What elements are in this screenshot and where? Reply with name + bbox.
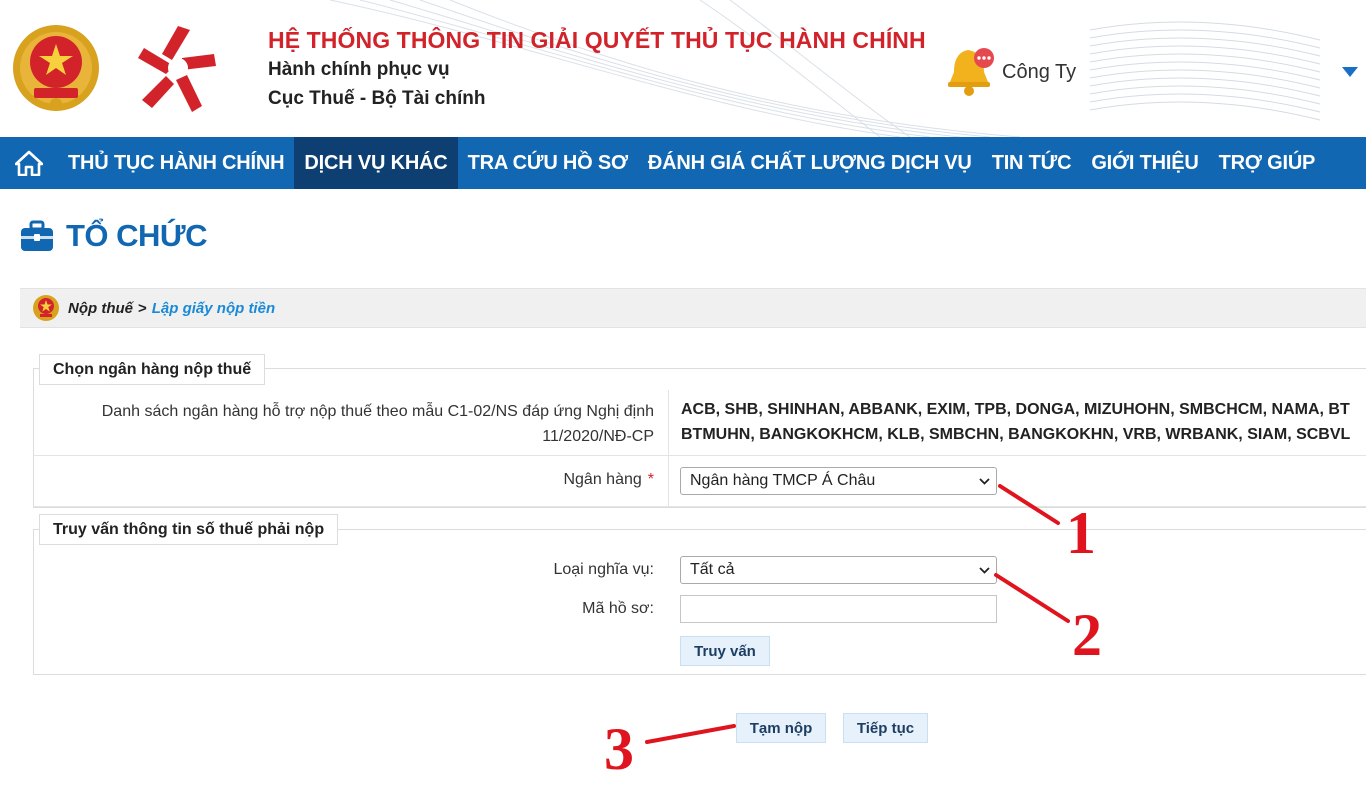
supported-bank-list-line-1: ACB, SHB, SHINHAN, ABBANK, EXIM, TPB, DO… [681,401,1350,418]
briefcase-icon [21,220,53,251]
row-divider [668,390,669,455]
site-header: HỆ THỐNG THÔNG TIN GIẢI QUYẾT THỦ TỤC HÀ… [0,0,1366,137]
obligation-type-value: Tất cả [690,561,735,578]
supported-bank-list: ACB, SHB, SHINHAN, ABBANK, EXIM, TPB, DO… [681,397,1366,447]
breadcrumb: Nộp thuế > Lập giấy nộp tiền [20,288,1366,328]
agency-logo-icon [138,26,216,112]
user-menu-caret-icon[interactable] [1342,67,1358,77]
obligation-type-select[interactable]: Tất cả [680,556,997,584]
required-mark: * [647,471,654,488]
breadcrumb-emblem-icon [33,295,59,321]
bank-section-legend: Chọn ngân hàng nộp thuế [39,354,266,385]
breadcrumb-separator: > [138,299,147,317]
home-icon [15,150,43,176]
temp-pay-button[interactable]: Tạm nộp [736,713,826,743]
dossier-code-label: Mã hồ sơ: [582,600,654,617]
header-subtitle-agency: Cục Thuế - Bộ Tài chính [268,88,486,109]
nav-item-about[interactable]: GIỚI THIỆU [1081,137,1208,189]
query-section-legend: Truy vấn thông tin số thuế phải nộp [39,514,339,545]
bank-select[interactable]: Ngân hàng TMCP Á Châu [680,467,997,495]
query-button[interactable]: Truy vấn [680,636,770,666]
nav-item-help[interactable]: TRỢ GIÚP [1209,137,1326,189]
breadcrumb-item-tax-payment[interactable]: Nộp thuế [68,300,133,317]
system-title: HỆ THỐNG THÔNG TIN GIẢI QUYẾT THỦ TỤC HÀ… [268,27,926,53]
bank-list-label-line-1: Danh sách ngân hàng hỗ trợ nộp thuế theo… [101,403,654,420]
continue-button[interactable]: Tiếp tục [843,713,928,743]
annotation-arrow-3 [645,724,736,744]
page-heading: TỔ CHỨC [20,218,208,254]
user-name[interactable]: Công Ty [1002,61,1076,84]
chevron-down-icon [979,478,990,485]
notification-bell-icon[interactable] [946,42,996,96]
national-emblem-icon [13,25,99,111]
bank-select-value: Ngân hàng TMCP Á Châu [690,472,876,489]
nav-item-administrative-procedures[interactable]: THỦ TỤC HÀNH CHÍNH [58,137,294,189]
obligation-type-label: Loại nghĩa vụ: [553,561,654,578]
nav-item-service-rating[interactable]: ĐÁNH GIÁ CHẤT LƯỢNG DỊCH VỤ [638,137,982,189]
nav-item-news[interactable]: TIN TỨC [982,137,1082,189]
annotation-marker-3: 3 [604,716,634,782]
breadcrumb-item-create-payment-slip[interactable]: Lập giấy nộp tiền [152,300,275,317]
row-divider [668,456,669,506]
bank-field-label: Ngân hàng * [300,471,654,489]
page-title: TỔ CHỨC [66,218,208,253]
nav-item-other-services[interactable]: DỊCH VỤ KHÁC [294,137,458,189]
bank-list-label-line-2: 11/2020/NĐ-CP [542,428,654,445]
page: HỆ THỐNG THÔNG TIN GIẢI QUYẾT THỦ TỤC HÀ… [0,0,1366,792]
main-nav: THỦ TỤC HÀNH CHÍNH DỊCH VỤ KHÁC TRA CỨU … [0,137,1366,189]
nav-item-dossier-lookup[interactable]: TRA CỨU HỒ SƠ [458,137,638,189]
bank-label-text: Ngân hàng [563,471,642,488]
nav-home[interactable] [0,137,58,189]
bank-list-label: Danh sách ngân hàng hỗ trợ nộp thuế theo… [60,399,654,449]
chevron-down-icon [979,567,990,574]
supported-bank-list-line-2: BTMUHN, BANGKOKHCM, KLB, SMBCHN, BANGKOK… [681,426,1351,443]
dossier-code-input[interactable] [680,595,997,623]
header-subtitle-service: Hành chính phục vụ [268,59,450,80]
